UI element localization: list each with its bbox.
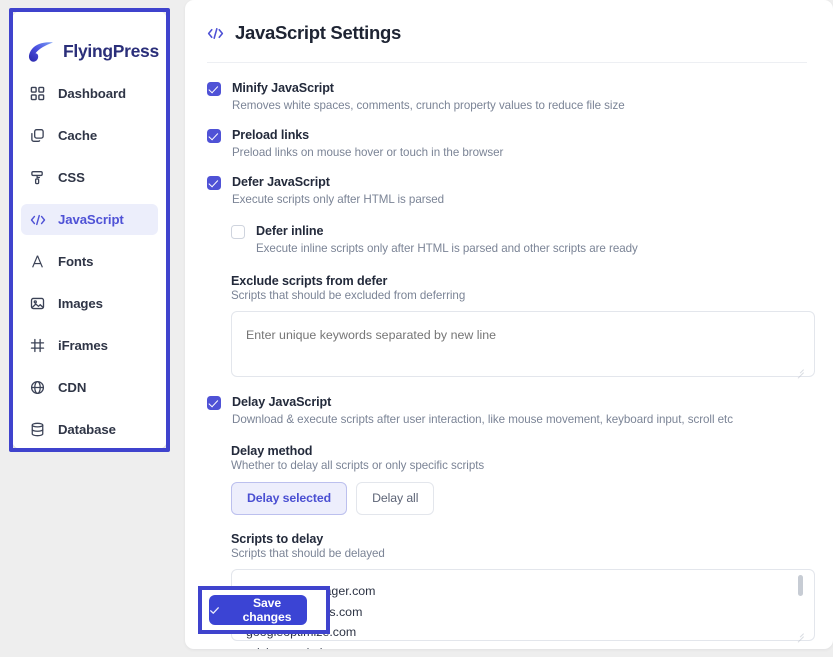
script-line: adsbygoogle.js bbox=[246, 643, 786, 650]
preload-links-checkbox[interactable] bbox=[207, 129, 221, 143]
main-content-card: JavaScript Settings Minify JavaScript Re… bbox=[185, 0, 833, 649]
setting-label: Defer inline bbox=[256, 224, 324, 238]
defer-inline-checkbox[interactable] bbox=[231, 225, 245, 239]
field-exclude-scripts-from-defer: Exclude scripts from defer Scripts that … bbox=[231, 274, 815, 379]
setting-label: Minify JavaScript bbox=[232, 81, 334, 95]
setting-description: Execute inline scripts only after HTML i… bbox=[256, 242, 638, 255]
sidebar-item-label: CDN bbox=[58, 380, 87, 395]
sidebar-item-css[interactable]: CSS bbox=[21, 162, 158, 193]
setting-preload-links[interactable]: Preload links Preload links on mouse hov… bbox=[207, 127, 807, 161]
setting-description: Download & execute scripts after user in… bbox=[232, 413, 733, 426]
field-description: Scripts that should be excluded from def… bbox=[231, 289, 466, 302]
database-icon bbox=[29, 421, 46, 438]
flyingpress-swoosh-logo-icon bbox=[26, 39, 56, 65]
field-description: Whether to delay all scripts or only spe… bbox=[231, 459, 485, 472]
sidebar-item-label: Cache bbox=[58, 128, 98, 143]
check-icon bbox=[209, 605, 220, 616]
field-label: Delay method bbox=[231, 444, 313, 458]
code-icon bbox=[29, 211, 46, 228]
delay-javascript-checkbox[interactable] bbox=[207, 396, 221, 410]
letter-a-icon bbox=[29, 253, 46, 270]
sidebar-item-cache[interactable]: Cache bbox=[21, 120, 158, 151]
sidebar-item-cdn[interactable]: CDN bbox=[21, 372, 158, 403]
sidebar-item-label: CSS bbox=[58, 170, 85, 185]
save-changes-label: Save changes bbox=[242, 596, 292, 624]
setting-defer-inline[interactable]: Defer inline Execute inline scripts only… bbox=[231, 223, 807, 257]
setting-description: Removes white spaces, comments, crunch p… bbox=[232, 99, 625, 112]
setting-minify-javascript[interactable]: Minify JavaScript Removes white spaces, … bbox=[207, 80, 807, 114]
field-description: Scripts that should be delayed bbox=[231, 547, 385, 560]
page-title-text: JavaScript Settings bbox=[235, 22, 402, 43]
setting-delay-javascript[interactable]: Delay JavaScript Download & execute scri… bbox=[207, 394, 807, 428]
sidebar-item-label: Fonts bbox=[58, 254, 94, 269]
textarea-scrollbar-thumb[interactable] bbox=[798, 575, 803, 596]
setting-description: Preload links on mouse hover or touch in… bbox=[232, 146, 504, 159]
delay-method-button-group: Delay selected Delay all bbox=[231, 482, 807, 515]
brand-logo: FlyingPress bbox=[12, 11, 167, 73]
exclude-scripts-textarea[interactable] bbox=[231, 311, 815, 377]
minify-javascript-checkbox[interactable] bbox=[207, 82, 221, 96]
sidebar-item-fonts[interactable]: Fonts bbox=[21, 246, 158, 277]
setting-description: Execute scripts only after HTML is parse… bbox=[232, 193, 445, 206]
setting-label: Delay JavaScript bbox=[232, 395, 332, 409]
image-icon bbox=[29, 295, 46, 312]
sidebar-item-javascript[interactable]: JavaScript bbox=[21, 204, 158, 235]
sidebar-item-label: Database bbox=[58, 422, 116, 437]
field-label: Scripts to delay bbox=[231, 532, 324, 546]
sidebar: FlyingPress Dashboard Cache CSS JavaScri… bbox=[12, 11, 167, 449]
frame-icon bbox=[29, 337, 46, 354]
globe-icon bbox=[29, 379, 46, 396]
paint-roller-icon bbox=[29, 169, 46, 186]
grid-icon bbox=[29, 85, 46, 102]
setting-label: Preload links bbox=[232, 128, 310, 142]
sidebar-item-label: Images bbox=[58, 296, 103, 311]
setting-label: Defer JavaScript bbox=[232, 175, 330, 189]
sidebar-item-dashboard[interactable]: Dashboard bbox=[21, 78, 158, 109]
app-page: FlyingPress Dashboard Cache CSS JavaScri… bbox=[0, 0, 833, 657]
sidebar-item-label: iFrames bbox=[58, 338, 108, 353]
sidebar-nav: Dashboard Cache CSS JavaScript Fonts Ima… bbox=[12, 73, 167, 445]
page-title: JavaScript Settings bbox=[207, 22, 807, 62]
setting-defer-javascript[interactable]: Defer JavaScript Execute scripts only af… bbox=[207, 174, 807, 208]
save-changes-button[interactable]: Save changes bbox=[209, 595, 307, 625]
sidebar-item-database[interactable]: Database bbox=[21, 414, 158, 445]
delay-all-button[interactable]: Delay all bbox=[356, 482, 435, 515]
brand-name: FlyingPress bbox=[63, 41, 159, 61]
delay-selected-button[interactable]: Delay selected bbox=[231, 482, 348, 515]
field-delay-method: Delay method Whether to delay all script… bbox=[231, 444, 807, 515]
copy-icon bbox=[29, 127, 46, 144]
sidebar-item-label: Dashboard bbox=[58, 86, 126, 101]
code-icon bbox=[207, 26, 224, 41]
field-label: Exclude scripts from defer bbox=[231, 274, 388, 288]
defer-javascript-checkbox[interactable] bbox=[207, 176, 221, 190]
sidebar-item-iframes[interactable]: iFrames bbox=[21, 330, 158, 361]
sidebar-item-label: JavaScript bbox=[58, 212, 124, 227]
header-divider bbox=[207, 62, 807, 63]
sidebar-item-images[interactable]: Images bbox=[21, 288, 158, 319]
